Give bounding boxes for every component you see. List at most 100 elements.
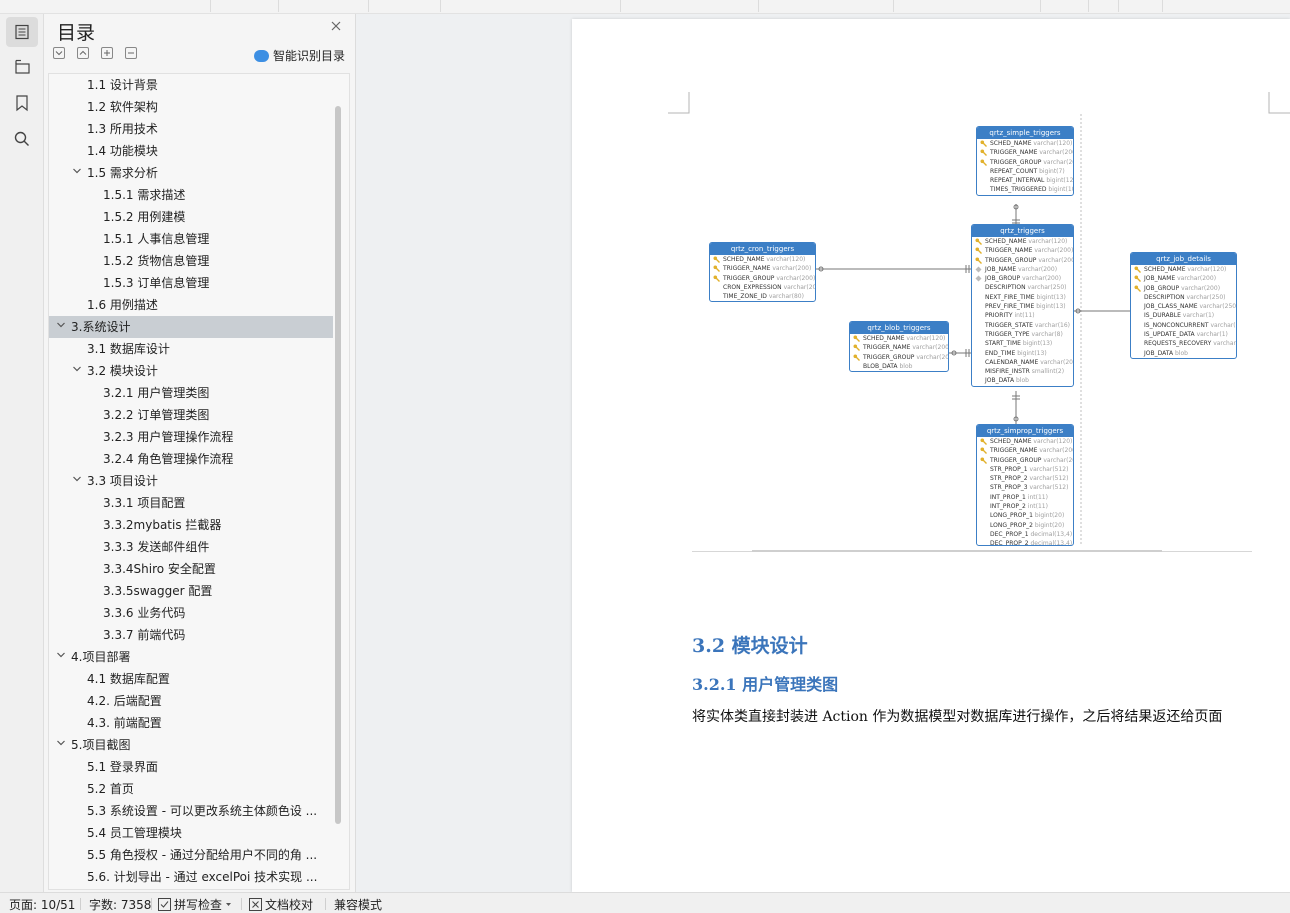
toc-item-label: 1.3 所用技术 (87, 122, 158, 136)
toc-item[interactable]: 3.2 模块设计 (49, 360, 333, 382)
heading-2[interactable]: 3.2 模块设计 (692, 631, 808, 658)
er-field: INT_PROP_1 int(11) (977, 493, 1073, 502)
er-field-type: varchar(250) (1199, 303, 1237, 311)
er-field-type: blob (899, 362, 913, 370)
close-icon[interactable] (328, 18, 344, 34)
toc-item[interactable]: 3.2.4 角色管理操作流程 (49, 448, 333, 470)
toc-item[interactable]: 3.系统设计 (49, 316, 333, 338)
search-icon[interactable] (6, 124, 38, 154)
figure-scrollbar[interactable] (752, 550, 1162, 552)
chevron-down-icon[interactable] (71, 360, 83, 382)
toc-item[interactable]: 5.4 员工管理模块 (49, 822, 333, 844)
toc-item[interactable]: 1.3 所用技术 (49, 118, 333, 140)
body-paragraph[interactable]: 将实体类直接封装进 Action 作为数据模型对数据库进行操作，之后将结果返还给… (692, 707, 1262, 728)
toc-item[interactable]: 3.2.2 订单管理类图 (49, 404, 333, 426)
collapse-all-icon[interactable] (53, 47, 65, 59)
toc-item-label: 5.6. 计划导出 - 通过 excelPoi 技术实现 ... (87, 870, 318, 884)
toc-item[interactable]: 3.3.6 业务代码 (49, 602, 333, 624)
er-field-name: TRIGGER_GROUP (990, 456, 1042, 464)
chevron-down-icon[interactable] (71, 470, 83, 492)
toc-item[interactable]: 3.3 项目设计 (49, 470, 333, 492)
toc-item[interactable]: 1.5.1 需求描述 (49, 184, 333, 206)
toc-item[interactable]: 3.3.3 发送邮件组件 (49, 536, 333, 558)
er-field-name: DEC_PROP_1 (990, 530, 1029, 538)
toc-item[interactable]: 4.1 数据库配置 (49, 668, 333, 690)
toc-item-label: 5.项目截图 (71, 738, 131, 752)
toc-item[interactable]: 4.项目部署 (49, 646, 333, 668)
bookmark-icon[interactable] (6, 88, 38, 118)
heading-3[interactable]: 3.2.1 用户管理类图 (692, 671, 838, 695)
er-field-type: varchar(512) (1029, 465, 1069, 473)
page-indicator[interactable]: 页面: 10/51 (9, 896, 75, 913)
er-field-type: varchar(250) (1186, 293, 1226, 301)
expand-all-icon[interactable] (77, 47, 89, 59)
toc-item-label: 3.系统设计 (71, 320, 131, 334)
toc-item[interactable]: 3.1 数据库设计 (49, 338, 333, 360)
er-field-name: TIMES_TRIGGERED (990, 186, 1047, 194)
er-field-name: PRIORITY (985, 312, 1013, 320)
toc-item[interactable]: 5.项目截图 (49, 734, 333, 756)
er-field: BLOB_DATA blob (850, 362, 948, 371)
spell-check-button[interactable]: 拼写检查 (158, 896, 232, 913)
toc-item[interactable]: 3.2.1 用户管理类图 (49, 382, 333, 404)
er-field-name: JOB_DATA (1144, 349, 1174, 357)
toc-item[interactable]: 4.3. 前端配置 (49, 712, 333, 734)
navigation-tree-icon[interactable] (6, 52, 38, 82)
toc-item[interactable]: 3.3.2mybatis 拦截器 (49, 514, 333, 536)
toc-scrollbar[interactable] (335, 106, 341, 824)
chevron-down-icon[interactable] (71, 162, 83, 184)
chevron-down-icon[interactable] (55, 734, 67, 756)
er-field-type: varchar(120) (766, 256, 806, 263)
toc-item[interactable]: 3.3.1 项目配置 (49, 492, 333, 514)
toc-item[interactable]: 1.4 功能模块 (49, 140, 333, 162)
doc-check-button[interactable]: 文档校对 (249, 896, 313, 913)
document-area: qrtz_simple_triggers SCHED_NAME varchar(1… (356, 14, 1290, 892)
er-field-type: varchar(200) (772, 265, 812, 273)
smart-toc-button[interactable]: 智能识别目录 (254, 47, 345, 64)
er-field-name: PREV_FIRE_TIME (985, 303, 1035, 311)
toc-item[interactable]: 1.5.2 用例建模 (49, 206, 333, 228)
toc-item-label: 3.3.6 业务代码 (103, 606, 186, 620)
er-field-name: TRIGGER_NAME (985, 247, 1033, 255)
toc-item[interactable]: 5.2 首页 (49, 778, 333, 800)
key-icon (713, 275, 720, 282)
toc-item[interactable]: 1.1 设计背景 (49, 74, 333, 96)
remove-heading-icon[interactable] (125, 47, 137, 59)
chevron-down-icon[interactable] (55, 646, 67, 668)
er-field: IS_NONCONCURRENT varchar(1) (1131, 321, 1236, 330)
er-field-name: JOB_GROUP (1144, 284, 1180, 292)
er-field: SCHED_NAME varchar(120) (977, 437, 1073, 446)
toc-item[interactable]: 3.3.5swagger 配置 (49, 580, 333, 602)
er-field: SCHED_NAME varchar(120) (1131, 265, 1236, 274)
add-heading-icon[interactable] (101, 47, 113, 59)
toc-item[interactable]: 1.5.1 人事信息管理 (49, 228, 333, 250)
er-field: TRIGGER_TYPE varchar(8) (972, 330, 1073, 339)
toc-item[interactable]: 3.3.7 前端代码 (49, 624, 333, 646)
toc-item[interactable]: 4.2. 后端配置 (49, 690, 333, 712)
toc-item[interactable]: 5.3 系统设置 - 可以更改系统主体颜色设 ... (49, 800, 333, 822)
toc-item[interactable]: 5.5 角色授权 - 通过分配给用户不同的角 ... (49, 844, 333, 866)
toc-item[interactable]: 1.5 需求分析 (49, 162, 333, 184)
key-icon (975, 257, 982, 264)
toc-item[interactable]: 1.6 用例描述 (49, 294, 333, 316)
toc-item[interactable]: 1.5.3 订单信息管理 (49, 272, 333, 294)
chevron-down-icon[interactable] (55, 316, 67, 338)
toc-item[interactable]: 1.2 软件架构 (49, 96, 333, 118)
toc-icon[interactable] (6, 17, 38, 47)
er-field: IS_UPDATE_DATA varchar(1) (1131, 330, 1236, 339)
toc-item-label: 4.1 数据库配置 (87, 672, 170, 686)
er-field-name: JOB_DATA (985, 377, 1015, 385)
er-field-type: varchar(200) (1043, 158, 1073, 166)
er-field: LONG_PROP_2 bigint(20) (977, 521, 1073, 530)
er-field: TIME_ZONE_ID varchar(80) (710, 292, 815, 301)
toc-item[interactable]: 5.6. 计划导出 - 通过 excelPoi 技术实现 ... (49, 866, 333, 888)
compat-mode[interactable]: 兼容模式 (334, 896, 382, 913)
toc-item[interactable]: 3.2.3 用户管理操作流程 (49, 426, 333, 448)
word-count[interactable]: 字数: 7358 (89, 896, 151, 913)
er-field: TRIGGER_GROUP varchar(200) (972, 256, 1073, 265)
er-field: START_TIME bigint(13) (972, 339, 1073, 348)
toc-item[interactable]: 5.1 登录界面 (49, 756, 333, 778)
toc-item[interactable]: 1.5.2 货物信息管理 (49, 250, 333, 272)
toc-item[interactable]: 3.3.4Shiro 安全配置 (49, 558, 333, 580)
document-page[interactable]: qrtz_simple_triggers SCHED_NAME varchar(1… (572, 19, 1290, 892)
